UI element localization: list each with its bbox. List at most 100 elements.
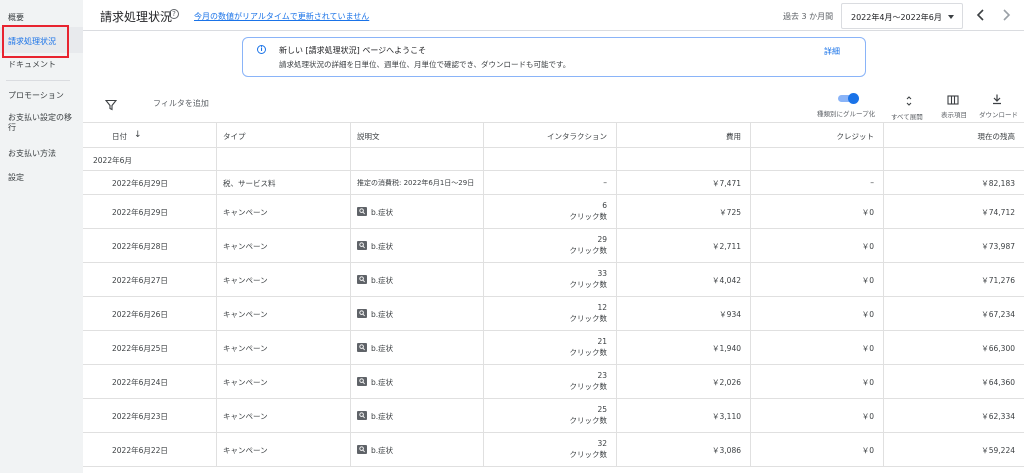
- column-header-cost[interactable]: 費用: [617, 123, 751, 147]
- balance-value: ￥71,276: [981, 276, 1015, 285]
- date-cell: 2022年6月29日: [83, 171, 217, 194]
- description-cell[interactable]: b.症状: [351, 229, 484, 262]
- balance-cell: ￥82,183: [884, 171, 1024, 194]
- table-row[interactable]: 2022年6月26日 キャンペーン b.症状 12 クリック数 ￥934 ￥0 ￥67,234: [83, 297, 1024, 331]
- caret-down-icon: [948, 15, 954, 19]
- balance-value: ￥62,334: [981, 412, 1015, 421]
- table-row[interactable]: 2022年6月22日 キャンペーン b.症状 32 クリック数 ￥3,086 ￥0 ￥59,2…: [83, 433, 1024, 467]
- type-value: キャンペーン: [223, 208, 268, 217]
- interactions-cell: 32 クリック数: [484, 433, 617, 466]
- download-button[interactable]: ダウンロード: [979, 109, 1018, 119]
- date-cell: 2022年6月23日: [83, 399, 217, 432]
- date-cell: 2022年6月25日: [83, 331, 217, 364]
- group-by-type-label: 種類別にグループ化: [817, 110, 876, 118]
- column-header-credit[interactable]: クレジット: [751, 123, 884, 147]
- table-row[interactable]: 2022年6月27日 キャンペーン b.症状 33 クリック数 ￥4,042 ￥0 ￥71,2…: [83, 263, 1024, 297]
- description-cell[interactable]: b.症状: [351, 331, 484, 364]
- previous-period-button[interactable]: [974, 7, 988, 23]
- column-header-type[interactable]: タイプ: [217, 123, 351, 147]
- learn-more-link[interactable]: 詳細: [824, 46, 840, 57]
- empty-cell: [484, 148, 617, 170]
- sidebar: 概要 請求処理状況 ドキュメント プロモーション お支払い設定の移行 お支払い方…: [0, 0, 83, 473]
- type-cell: キャンペーン: [217, 365, 351, 398]
- table-row[interactable]: 2022年6月29日 キャンペーン b.症状 6 クリック数 ￥725 ￥0 ￥74,712: [83, 195, 1024, 229]
- sidebar-item-payment-settings-migration[interactable]: お支払い設定の移行: [8, 113, 78, 133]
- table-row[interactable]: 2022年6月25日 キャンペーン b.症状 21 クリック数 ￥1,940 ￥0 ￥66,3…: [83, 331, 1024, 365]
- date-cell: 2022年6月27日: [83, 263, 217, 296]
- column-header-date[interactable]: 日付 ↓: [83, 123, 217, 147]
- interactions-value: 25: [597, 405, 607, 414]
- empty-cell: [351, 148, 484, 170]
- description-cell[interactable]: b.症状: [351, 365, 484, 398]
- cost-value: ￥2,026: [712, 378, 741, 387]
- sidebar-item-documents[interactable]: ドキュメント: [8, 60, 78, 70]
- sidebar-item-promotions[interactable]: プロモーション: [8, 91, 78, 101]
- description-cell[interactable]: b.症状: [351, 297, 484, 330]
- description-value: b.症状: [371, 310, 394, 319]
- description-value: b.症状: [371, 378, 394, 387]
- interactions-value: 12: [597, 303, 607, 312]
- interactions-unit: クリック数: [569, 450, 608, 459]
- column-header-description[interactable]: 説明文: [351, 123, 484, 147]
- realtime-update-link[interactable]: 今月の数値がリアルタイムで更新されていません: [194, 11, 369, 22]
- sidebar-item-overview[interactable]: 概要: [8, 13, 78, 23]
- date-range-picker[interactable]: 2022年4月～2022年6月: [841, 3, 963, 29]
- search-icon: [357, 275, 367, 284]
- sidebar-item-settings[interactable]: 設定: [8, 173, 78, 183]
- credit-value: ￥0: [861, 310, 874, 319]
- type-cell: キャンペーン: [217, 229, 351, 262]
- description-cell: 推定の消費税: 2022年6月1日～29日: [351, 171, 484, 194]
- table-row[interactable]: 2022年6月29日 税、サービス料 推定の消費税: 2022年6月1日～29日 – ￥…: [83, 171, 1024, 195]
- table-row[interactable]: 2022年6月28日 キャンペーン b.症状 29 クリック数 ￥2,711 ￥0 ￥73,9…: [83, 229, 1024, 263]
- period-label: 過去 3 か月間: [783, 12, 834, 21]
- column-header-date-label: 日付: [112, 132, 127, 141]
- search-icon: [357, 377, 367, 386]
- description-value: 推定の消費税: 2022年6月1日～29日: [357, 179, 475, 187]
- type-value: キャンペーン: [223, 242, 268, 251]
- type-cell: キャンペーン: [217, 195, 351, 228]
- description-cell[interactable]: b.症状: [351, 195, 484, 228]
- description-cell[interactable]: b.症状: [351, 399, 484, 432]
- date-value: 2022年6月23日: [112, 412, 168, 421]
- interactions-value: 21: [597, 337, 607, 346]
- credit-cell: ￥0: [751, 229, 884, 262]
- date-value: 2022年6月22日: [112, 446, 168, 455]
- column-header-type-label: タイプ: [223, 132, 246, 141]
- highlight-box: [2, 25, 69, 58]
- credit-value: ￥0: [861, 276, 874, 285]
- description-cell[interactable]: b.症状: [351, 263, 484, 296]
- credit-value: ￥0: [861, 378, 874, 387]
- expand-all-button[interactable]: すべて展開: [891, 111, 923, 121]
- unfold-icon[interactable]: [903, 92, 915, 106]
- balance-value: ￥59,224: [981, 446, 1015, 455]
- columns-button[interactable]: 表示項目: [941, 109, 967, 119]
- table-row[interactable]: 2022年6月24日 キャンペーン b.症状 23 クリック数 ￥2,026 ￥0 ￥64,3…: [83, 365, 1024, 399]
- column-header-interactions[interactable]: インタラクション: [484, 123, 617, 147]
- help-icon[interactable]: ?: [169, 9, 179, 19]
- type-value: キャンペーン: [223, 378, 268, 387]
- filter-icon[interactable]: [104, 96, 118, 111]
- interactions-value: 23: [597, 371, 607, 380]
- add-filter-button[interactable]: フィルタを追加: [153, 98, 209, 109]
- next-period-button[interactable]: [999, 7, 1013, 23]
- balance-cell: ￥73,987: [884, 229, 1024, 262]
- group-by-type-toggle[interactable]: [836, 93, 859, 104]
- banner-title: 新しい [請求処理状況] ページへようこそ: [279, 46, 427, 55]
- sidebar-item-payment-methods[interactable]: お支払い方法: [8, 149, 78, 159]
- credit-cell: ￥0: [751, 331, 884, 364]
- download-icon[interactable]: [991, 90, 1003, 105]
- interactions-unit: クリック数: [569, 314, 608, 323]
- search-icon: [357, 411, 367, 420]
- cost-cell: ￥1,940: [617, 331, 751, 364]
- columns-icon[interactable]: [947, 91, 959, 105]
- description-cell[interactable]: b.症状: [351, 433, 484, 466]
- table-row[interactable]: 2022年6月23日 キャンペーン b.症状 25 クリック数 ￥3,110 ￥0 ￥62,3…: [83, 399, 1024, 433]
- credit-value: –: [870, 178, 874, 187]
- balance-cell: ￥71,276: [884, 263, 1024, 296]
- sidebar-divider: [6, 80, 70, 81]
- column-header-balance[interactable]: 現在の残高: [884, 123, 1024, 147]
- balance-value: ￥73,987: [981, 242, 1015, 251]
- table-header-row: 日付 ↓ タイプ 説明文 インタラクション 費用 クレジット 現在の残高: [83, 122, 1024, 148]
- type-value: キャンペーン: [223, 276, 268, 285]
- interactions-unit: クリック数: [569, 382, 608, 391]
